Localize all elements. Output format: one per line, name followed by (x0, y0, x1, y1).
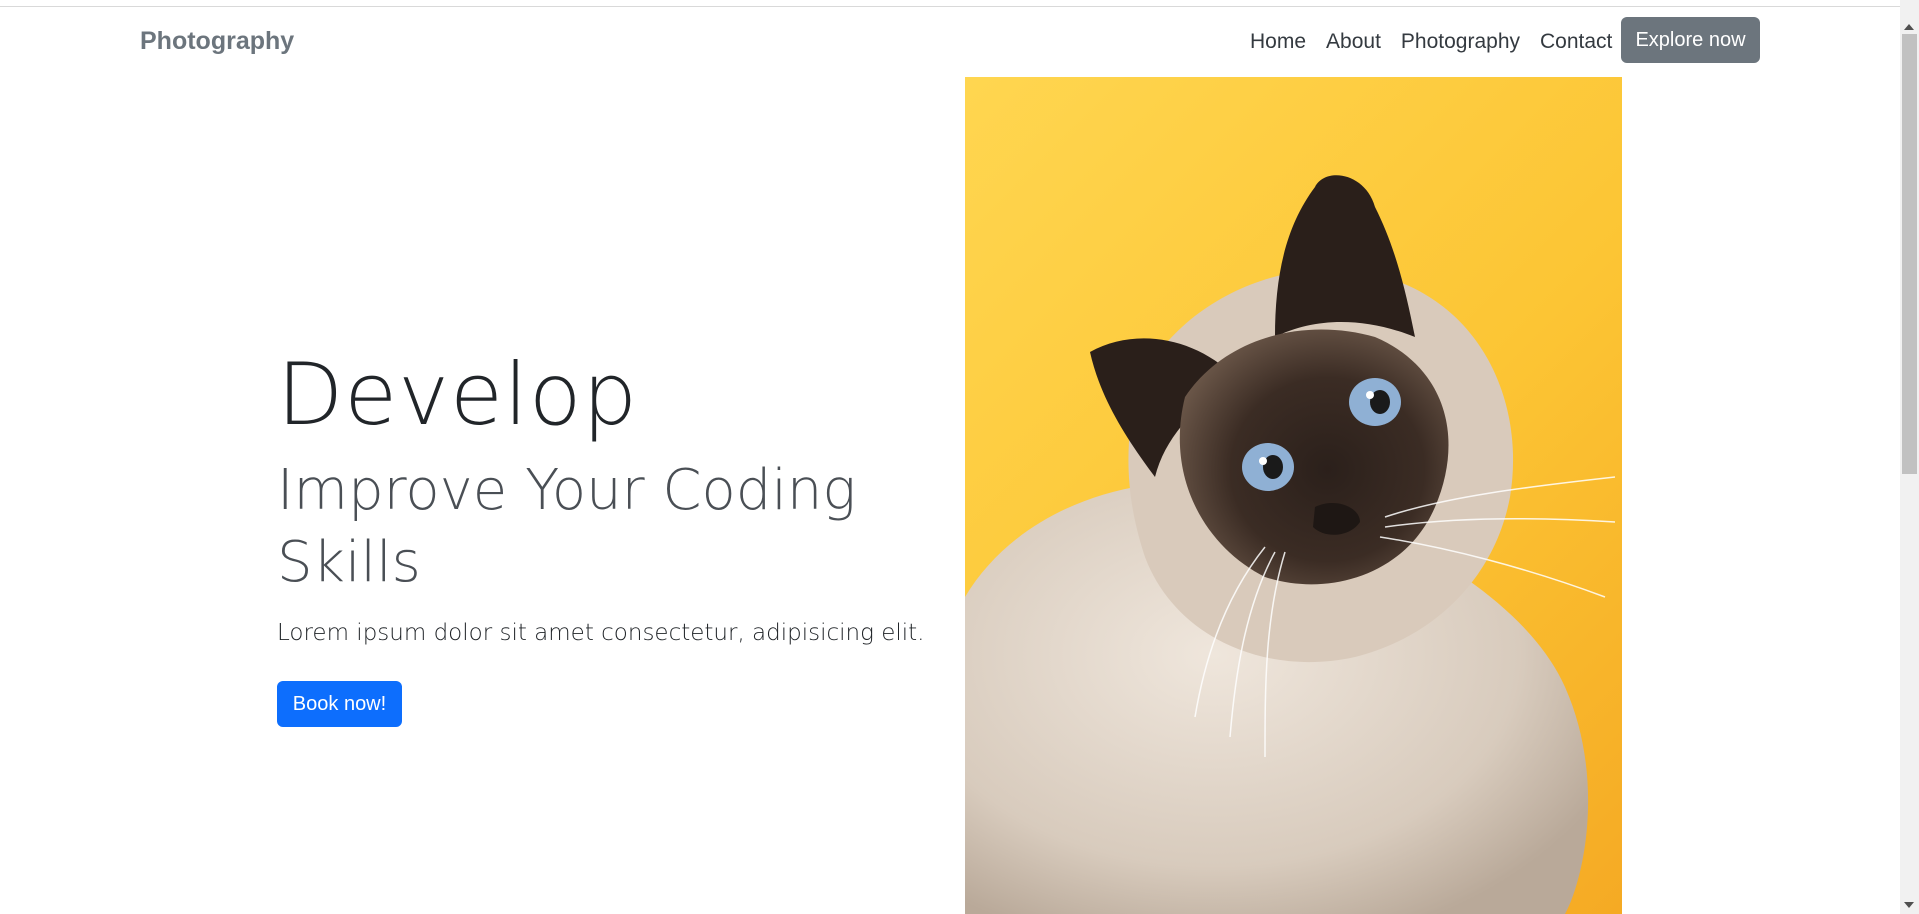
nav-link-photography[interactable]: Photography (1401, 30, 1520, 54)
hero-cat-photo (965, 77, 1622, 914)
navbar: Photography Home About Photography Conta… (0, 7, 1900, 77)
hero-title: Develop (277, 345, 639, 445)
nav-link-about[interactable]: About (1326, 30, 1381, 54)
page-scrollbar[interactable] (1900, 0, 1919, 914)
explore-now-button[interactable]: Explore now (1621, 17, 1760, 63)
brand-logo[interactable]: Photography (140, 27, 294, 56)
chevron-up-icon[interactable] (1904, 24, 1914, 30)
cat-illustration (965, 175, 1616, 914)
hero-subtitle: Improve Your Coding Skills (277, 458, 856, 595)
nav-links: Home About Photography Contact (1250, 30, 1612, 54)
hero-description: Lorem ipsum dolor sit amet consectetur, … (277, 620, 925, 646)
chevron-down-icon[interactable] (1904, 902, 1914, 908)
nav-link-home[interactable]: Home (1250, 30, 1306, 54)
scrollbar-thumb[interactable] (1902, 34, 1917, 474)
book-now-button[interactable]: Book now! (277, 681, 402, 727)
nav-link-contact[interactable]: Contact (1540, 30, 1612, 54)
